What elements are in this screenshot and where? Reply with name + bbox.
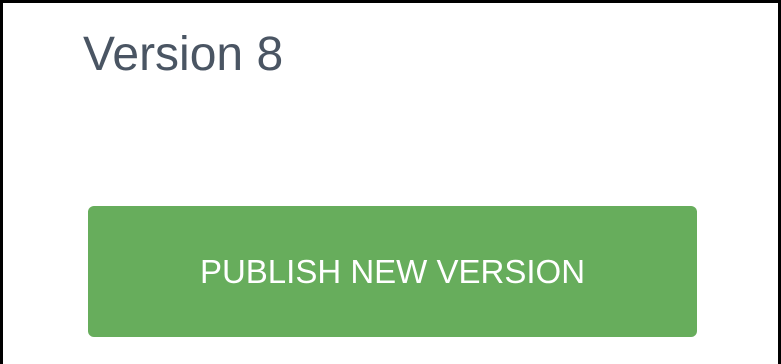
version-title: Version 8: [83, 28, 284, 81]
version-panel: Version 8 PUBLISH NEW VERSION: [0, 0, 781, 364]
publish-new-version-button[interactable]: PUBLISH NEW VERSION: [88, 206, 697, 337]
